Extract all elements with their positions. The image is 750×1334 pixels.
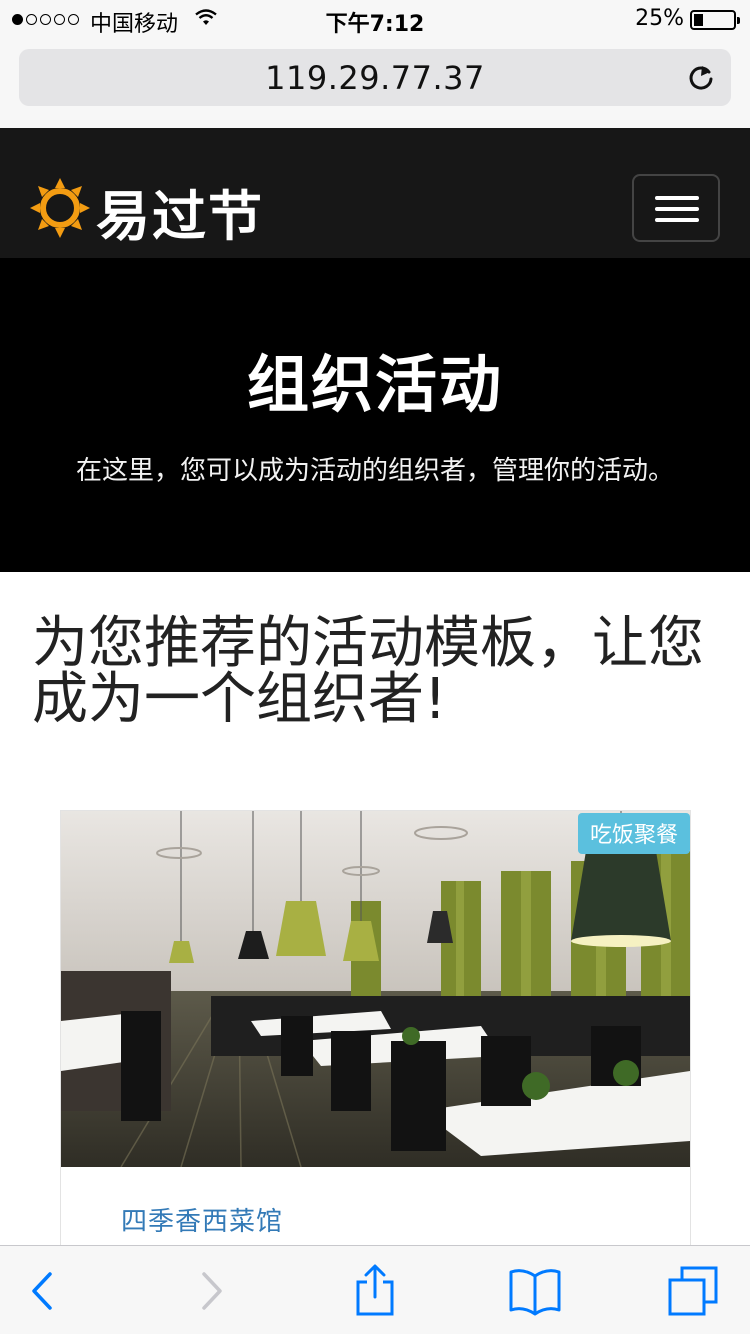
hero-title: 组织活动 bbox=[246, 348, 503, 421]
category-badge: 吃饭聚餐 bbox=[577, 813, 690, 854]
url-text[interactable]: 119.29.77.37 bbox=[19, 59, 731, 97]
back-icon[interactable] bbox=[16, 1264, 70, 1318]
reload-icon[interactable] bbox=[687, 63, 715, 91]
site-navbar: 易过节 bbox=[0, 128, 750, 258]
status-bar: 中国移动 下午7:12 25% bbox=[0, 0, 750, 40]
section-title: 为您推荐的活动模板，让您成为一个组织者! bbox=[32, 611, 704, 732]
sun-logo-icon[interactable] bbox=[28, 176, 92, 240]
brand-name[interactable]: 易过节 bbox=[96, 172, 264, 251]
battery-icon bbox=[690, 10, 740, 30]
browser-toolbar bbox=[0, 1245, 750, 1334]
tabs-icon[interactable] bbox=[666, 1264, 720, 1318]
battery-percent: 25% bbox=[635, 6, 684, 31]
forward-icon[interactable] bbox=[184, 1264, 238, 1318]
browser-address-area: 119.29.77.37 bbox=[0, 40, 750, 128]
hero-banner: 组织活动 在这里，您可以成为活动的组织者，管理你的活动。 bbox=[0, 258, 750, 572]
card-title-link[interactable]: 四季香西菜馆 bbox=[121, 1201, 283, 1238]
address-bar[interactable]: 119.29.77.37 bbox=[19, 49, 731, 106]
restaurant-photo[interactable]: 吃饭聚餐 bbox=[61, 811, 690, 1167]
activity-card[interactable]: 吃饭聚餐 四季香西菜馆 bbox=[60, 810, 691, 1290]
share-icon[interactable] bbox=[348, 1264, 402, 1318]
menu-toggle-button[interactable] bbox=[632, 174, 720, 242]
bookmarks-icon[interactable] bbox=[508, 1264, 562, 1318]
hero-subtitle: 在这里，您可以成为活动的组织者，管理你的活动。 bbox=[75, 456, 674, 486]
